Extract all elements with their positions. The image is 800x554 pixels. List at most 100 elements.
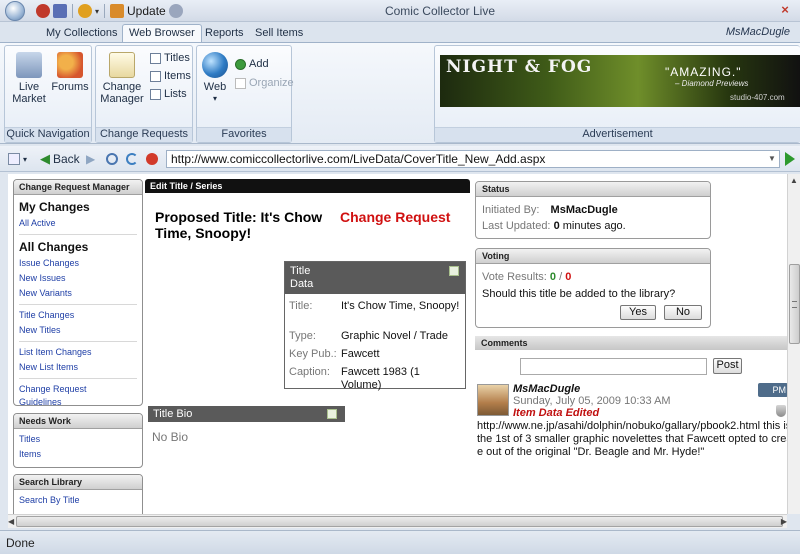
new-list-items-link[interactable]: New List Items: [14, 360, 142, 375]
change-request-label: Change Request: [340, 209, 451, 225]
organize-favorites-button[interactable]: Organize: [235, 77, 294, 89]
quick-access-toolbar: ▾ Update: [36, 2, 183, 20]
panel-header: Change Request Manager: [14, 180, 142, 195]
type-label: Type:: [289, 330, 316, 342]
toolbar-separator: [72, 4, 73, 18]
web-favorites-button[interactable]: Web ▾: [199, 50, 231, 105]
scroll-right-arrow-icon[interactable]: ▶: [781, 517, 787, 526]
live-market-label: Live Market: [12, 81, 46, 105]
change-manager-label: Change Manager: [100, 81, 144, 105]
url-dropdown-icon[interactable]: ▼: [765, 151, 779, 167]
edit-title-panel: Edit Title / Series Proposed Title: It's…: [145, 179, 470, 514]
comment-status: Item Data Edited: [513, 407, 600, 419]
vertical-scroll-thumb[interactable]: [789, 264, 800, 344]
app-menu-button[interactable]: [3, 0, 33, 22]
palette-icon[interactable]: [78, 4, 92, 18]
horizontal-scrollbar[interactable]: ◀ ▶: [8, 514, 787, 528]
report-shield-icon[interactable]: [776, 405, 786, 417]
web-label: Web: [203, 81, 227, 93]
caption-value: Fawcett 1983 (1 Volume): [341, 366, 420, 391]
current-user[interactable]: MsMacDugle: [726, 26, 790, 38]
group-label: Favorites: [197, 127, 291, 142]
tab-reports[interactable]: Reports: [199, 25, 250, 42]
live-market-button[interactable]: Live Market: [6, 50, 52, 105]
vote-yes-button[interactable]: Yes: [620, 305, 656, 320]
items-icon: [150, 70, 161, 82]
advertisement-banner[interactable]: NIGHT & FOG "AMAZING." – Diamond Preview…: [440, 55, 800, 107]
organize-label: Organize: [249, 77, 294, 89]
lists-label: Lists: [164, 88, 187, 100]
close-icon[interactable]: ×: [778, 3, 792, 17]
private-message-button[interactable]: PM: [758, 383, 788, 397]
forums-label: Forums: [51, 81, 89, 93]
tab-sell-items[interactable]: Sell Items: [249, 25, 309, 42]
lists-icon: [150, 88, 161, 100]
tab-my-collections[interactable]: My Collections: [40, 25, 124, 42]
forward-button[interactable]: ▶: [86, 151, 95, 167]
back-arrow-icon: ◀: [40, 151, 50, 166]
book-icon[interactable]: [53, 4, 67, 18]
needs-work-items-link[interactable]: Items: [14, 447, 142, 462]
search-by-title-link[interactable]: Search By Title: [14, 493, 142, 508]
forums-button[interactable]: Forums: [47, 50, 93, 93]
change-request-guidelines-link[interactable]: Change Request: [14, 382, 142, 396]
change-manager-icon: [109, 52, 135, 78]
add-favorite-button[interactable]: Add: [235, 58, 269, 70]
url-input[interactable]: http://www.comiccollectorlive.com/LiveDa…: [166, 150, 780, 168]
title-changes-link[interactable]: Title Changes: [14, 308, 142, 323]
lists-button[interactable]: Lists: [150, 88, 187, 100]
change-manager-button[interactable]: Change Manager: [98, 50, 146, 105]
items-button[interactable]: Items: [150, 70, 191, 82]
edit-pencil-icon[interactable]: [449, 266, 459, 276]
needs-work-panel: Needs Work Titles Items: [13, 413, 143, 468]
scroll-left-arrow-icon[interactable]: ◀: [8, 517, 14, 526]
edit-title-header: Edit Title / Series: [145, 179, 470, 193]
url-text: http://www.comiccollectorlive.com/LiveDa…: [171, 152, 546, 166]
list-item-changes-link[interactable]: List Item Changes: [14, 345, 142, 360]
edit-pencil-icon[interactable]: [327, 409, 337, 419]
post-comment-button[interactable]: Post: [713, 358, 742, 374]
status-bar: Done: [0, 530, 800, 554]
dropdown-arrow-icon[interactable]: ▾: [95, 7, 99, 16]
settings-icon[interactable]: [36, 4, 50, 18]
home-button[interactable]: [106, 151, 118, 167]
tab-web-browser[interactable]: Web Browser: [122, 24, 202, 43]
update-button[interactable]: Update: [110, 4, 166, 18]
all-active-link[interactable]: All Active: [14, 216, 142, 231]
vote-no-button[interactable]: No: [664, 305, 702, 320]
scroll-up-arrow-icon[interactable]: ▲: [790, 176, 798, 185]
title-data-header-text: Title Data: [290, 265, 314, 290]
needs-work-titles-link[interactable]: Titles: [14, 432, 142, 447]
status-panel: Status Initiated By: MsMacDugle Last Upd…: [475, 181, 711, 239]
initiated-by-value[interactable]: MsMacDugle: [551, 204, 618, 216]
status-text: Done: [6, 536, 35, 550]
titles-button[interactable]: Titles: [150, 52, 190, 64]
title-label: Title:: [289, 300, 313, 312]
type-value: Graphic Novel / Trade: [341, 330, 448, 342]
issue-changes-link[interactable]: Issue Changes: [14, 256, 142, 271]
avatar[interactable]: [477, 384, 509, 416]
caption-label: Caption:: [289, 366, 330, 378]
live-market-icon: [16, 52, 42, 78]
new-titles-link[interactable]: New Titles: [14, 323, 142, 338]
organize-icon: [235, 77, 246, 89]
help-icon[interactable]: [168, 4, 183, 18]
add-icon: [235, 58, 246, 70]
vertical-scrollbar[interactable]: ▲: [787, 174, 800, 514]
web-page-content: Change Request Manager My Changes All Ac…: [8, 174, 800, 514]
back-button[interactable]: ◀ Back: [40, 151, 80, 167]
refresh-button[interactable]: [126, 151, 138, 167]
page-menu-button[interactable]: ▾: [8, 151, 27, 167]
address-bar: ▾ ◀ Back ▶ http://www.comiccollectorlive…: [0, 146, 800, 172]
guidelines-link[interactable]: Guidelines: [14, 396, 142, 405]
web-dropdown-icon: ▾: [212, 94, 217, 103]
stop-button[interactable]: [146, 151, 158, 167]
comment-input[interactable]: [520, 358, 707, 375]
new-issues-link[interactable]: New Issues: [14, 271, 142, 286]
forward-arrow-icon: ▶: [86, 152, 96, 166]
go-arrow-icon[interactable]: [785, 152, 795, 166]
comment-author[interactable]: MsMacDugle: [513, 383, 580, 395]
window-title-bar: ▾ Update Comic Collector Live ×: [0, 0, 800, 22]
new-variants-link[interactable]: New Variants: [14, 286, 142, 301]
horizontal-scroll-thumb[interactable]: [16, 516, 783, 527]
